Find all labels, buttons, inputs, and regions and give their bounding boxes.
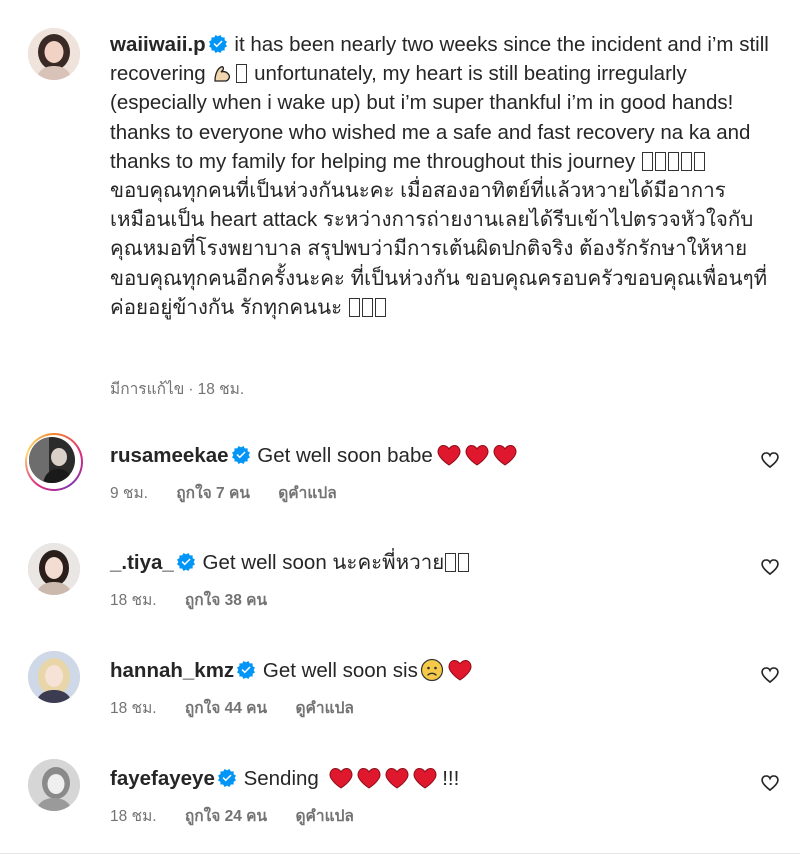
avatar[interactable] <box>28 651 80 703</box>
missing-glyph-icon <box>694 151 705 171</box>
flexed-biceps-icon <box>214 66 231 82</box>
missing-glyph-icon <box>348 297 360 317</box>
caption-meta: มีการแก้ไข · 18 ชม. <box>110 376 244 401</box>
red-heart-icon <box>493 444 517 466</box>
missing-glyph-icon <box>668 151 679 171</box>
red-heart-icon <box>329 767 353 789</box>
missing-glyph-icon <box>236 64 248 84</box>
comment-text: Get well soon นะคะพี่หวาย <box>196 551 445 574</box>
caption-username[interactable]: waiiwaii.p <box>110 33 206 56</box>
verified-badge-icon <box>218 769 236 787</box>
caption-time[interactable]: 18 ชม. <box>198 381 245 398</box>
comment-item: fayefayeye Sending !!! 18 ชม. ถูกใจ 24 ค… <box>28 759 788 839</box>
translate-link[interactable]: ดูคำแปล <box>295 808 353 825</box>
missing-glyph-icon <box>361 297 373 317</box>
verified-badge-icon <box>177 553 195 571</box>
avatar[interactable] <box>28 543 80 595</box>
comment-meta: 9 ชม. ถูกใจ 7 คน ดูคำแปล <box>110 480 361 505</box>
comment-time[interactable]: 18 ชม. <box>110 700 157 717</box>
comment-username[interactable]: hannah_kmz <box>110 659 234 682</box>
red-heart-icon <box>465 444 489 466</box>
comment-username[interactable]: rusameekae <box>110 444 229 467</box>
comment-likes[interactable]: ถูกใจ 38 คน <box>185 592 267 609</box>
comment-meta: 18 ชม. ถูกใจ 38 คน <box>110 587 291 612</box>
comment-text: Get well soon sis <box>257 659 418 682</box>
missing-glyph-icon <box>681 151 692 171</box>
comment-likes[interactable]: ถูกใจ 44 คน <box>185 700 267 717</box>
like-button[interactable] <box>760 665 780 685</box>
avatar[interactable] <box>28 28 80 80</box>
comment-likes[interactable]: ถูกใจ 24 คน <box>185 808 267 825</box>
caption-text: waiiwaii.p it has been nearly two weeks … <box>110 30 782 322</box>
verified-badge-icon <box>209 35 227 53</box>
missing-glyph-icon <box>655 151 666 171</box>
comment-body: fayefayeye Sending !!! <box>110 765 459 793</box>
comment-username[interactable]: _.tiya_ <box>110 551 174 574</box>
comment-item: _.tiya_ Get well soon นะคะพี่หวาย 18 ชม.… <box>28 543 788 623</box>
comment-item: hannah_kmz Get well soon sis 18 ชม. ถูกใ… <box>28 651 788 731</box>
comment-item: rusameekae Get well soon babe 9 ชม. ถูกใ… <box>25 433 788 516</box>
comment-text-suffix: !!! <box>436 767 460 790</box>
verified-badge-icon <box>237 661 255 679</box>
avatar[interactable] <box>28 759 80 811</box>
comment-text: Get well soon babe <box>251 444 433 467</box>
caption-text-part3: ขอบคุณทุกคนที่เป็นห่วงกันนะคะ เมื่อสองอา… <box>110 179 768 319</box>
like-button[interactable] <box>760 450 780 470</box>
meta-separator: · <box>188 381 194 398</box>
red-heart-icon <box>385 767 409 789</box>
edited-label: มีการแก้ไข <box>110 381 185 398</box>
avatar[interactable] <box>29 437 75 483</box>
missing-glyph-icon <box>642 151 653 171</box>
comment-meta: 18 ชม. ถูกใจ 44 คน ดูคำแปล <box>110 695 378 720</box>
comment-meta: 18 ชม. ถูกใจ 24 คน ดูคำแปล <box>110 803 378 828</box>
verified-badge-icon <box>232 446 250 464</box>
heart-outline-icon <box>760 773 780 793</box>
comment-likes[interactable]: ถูกใจ 7 คน <box>176 485 250 502</box>
like-button[interactable] <box>760 773 780 793</box>
comment-body: _.tiya_ Get well soon นะคะพี่หวาย <box>110 549 470 577</box>
red-heart-icon <box>448 659 472 681</box>
sad-face-icon <box>420 658 443 682</box>
comment-body: rusameekae Get well soon babe <box>110 442 517 470</box>
like-button[interactable] <box>760 557 780 577</box>
comment-body: hannah_kmz Get well soon sis <box>110 657 472 685</box>
comment-text: Sending <box>237 767 325 790</box>
comment-time[interactable]: 18 ชม. <box>110 808 157 825</box>
divider <box>0 853 800 854</box>
heart-outline-icon <box>760 557 780 577</box>
red-heart-icon <box>413 767 437 789</box>
red-heart-icon <box>357 767 381 789</box>
heart-outline-icon <box>760 450 780 470</box>
missing-glyph-icon <box>445 553 457 572</box>
comment-time[interactable]: 18 ชม. <box>110 592 157 609</box>
translate-link[interactable]: ดูคำแปล <box>278 485 336 502</box>
missing-glyph-icon <box>374 297 386 317</box>
comment-username[interactable]: fayefayeye <box>110 767 215 790</box>
translate-link[interactable]: ดูคำแปล <box>295 700 353 717</box>
comment-time[interactable]: 9 ชม. <box>110 485 148 502</box>
heart-outline-icon <box>760 665 780 685</box>
red-heart-icon <box>437 444 461 466</box>
missing-glyph-icon <box>458 553 470 572</box>
story-ring[interactable] <box>25 433 83 491</box>
